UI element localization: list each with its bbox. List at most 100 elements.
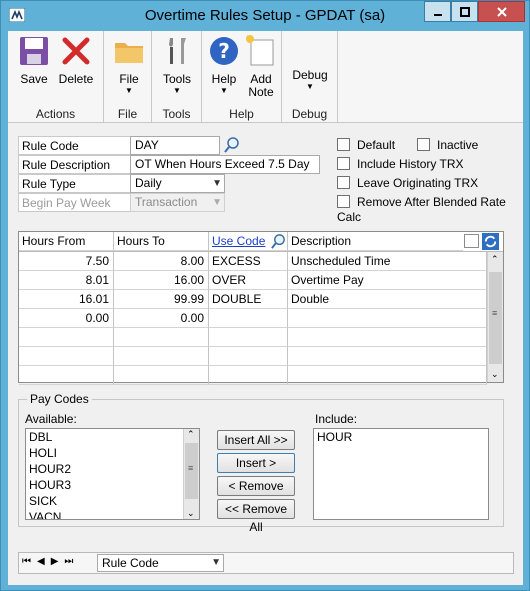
cell-use-code[interactable] — [209, 328, 288, 347]
add-note-button[interactable]: Add Note — [244, 35, 278, 99]
remove-after-blended-checkbox[interactable]: Remove After Blended Rate Calc — [337, 195, 523, 224]
maximize-button[interactable] — [451, 1, 478, 22]
begin-pay-week-value: Transaction — [135, 195, 198, 209]
inactive-checkbox[interactable]: Inactive — [417, 138, 478, 154]
available-scroll-down-icon[interactable]: ⌄ — [187, 508, 195, 519]
scroll-thumb[interactable] — [489, 272, 502, 364]
include-label: Include: — [315, 412, 358, 426]
rule-type-label: Rule Type — [18, 174, 131, 193]
available-scroll-up-icon[interactable]: ⌃ — [187, 429, 195, 440]
next-record-icon[interactable]: ▶ — [51, 556, 65, 567]
cell-hours-from[interactable]: 16.01 — [19, 290, 114, 309]
svg-text:?: ? — [218, 39, 230, 63]
cell-description[interactable] — [288, 309, 487, 328]
scroll-down-icon[interactable]: ⌄ — [491, 369, 499, 380]
cell-hours-from[interactable]: 8.01 — [19, 271, 114, 290]
cell-hours-to[interactable]: 0.00 — [114, 309, 209, 328]
available-scrollbar[interactable]: ⌃ ≡ ⌄ — [183, 429, 199, 519]
cell-hours-from[interactable] — [19, 347, 114, 366]
remove-button[interactable]: < Remove — [217, 476, 295, 496]
cell-hours-to[interactable] — [114, 347, 209, 366]
file-menu-button[interactable]: File ▼ — [112, 35, 146, 95]
cell-hours-from[interactable] — [19, 366, 114, 385]
rule-type-select[interactable]: Daily ▼ — [130, 174, 225, 193]
leave-originating-trx-checkbox[interactable]: Leave Originating TRX — [337, 176, 478, 192]
cell-hours-to[interactable]: 16.00 — [114, 271, 209, 290]
include-history-trx-checkbox[interactable]: Include History TRX — [337, 157, 463, 173]
file-group: File ▼ File — [104, 31, 152, 123]
inactive-checkbox-label: Inactive — [437, 138, 479, 152]
header-description[interactable]: Description — [288, 232, 463, 251]
cell-description[interactable]: Unscheduled Time — [288, 252, 487, 271]
include-history-trx-box[interactable] — [337, 157, 350, 170]
cell-hours-from[interactable]: 7.50 — [19, 252, 114, 271]
grid-scrollbar[interactable]: ⌃ ≡ ⌄ — [487, 252, 503, 382]
record-nav-buttons: ⏮◀▶⏭ — [22, 556, 86, 571]
debug-menu-button[interactable]: Debug ▼ — [290, 69, 330, 91]
cell-hours-to[interactable]: 8.00 — [114, 252, 209, 271]
insert-all-button[interactable]: Insert All >> — [217, 430, 295, 450]
cell-use-code[interactable]: EXCESS — [209, 252, 288, 271]
cell-hours-to[interactable]: 99.99 — [114, 290, 209, 309]
cell-description[interactable] — [288, 366, 487, 385]
cell-use-code[interactable] — [209, 347, 288, 366]
cell-use-code[interactable]: OVER — [209, 271, 288, 290]
cell-description[interactable] — [288, 328, 487, 347]
remove-all-button[interactable]: << Remove All — [217, 499, 295, 534]
sort-by-select[interactable]: Rule Code ▼ — [97, 554, 224, 572]
first-record-icon[interactable]: ⏮ — [22, 556, 37, 567]
available-list-item[interactable]: SICK — [26, 493, 199, 509]
cell-use-code[interactable] — [209, 309, 288, 328]
available-list[interactable]: DBL HOLI HOUR2 HOUR3 SICK VACN ⌃ ≡ ⌄ — [25, 428, 200, 520]
close-button[interactable] — [478, 1, 525, 22]
cell-description[interactable]: Double — [288, 290, 487, 309]
scroll-up-icon[interactable]: ⌃ — [491, 254, 499, 265]
cell-description[interactable] — [288, 347, 487, 366]
minimize-button[interactable] — [424, 1, 451, 22]
cell-hours-from[interactable]: 0.00 — [19, 309, 114, 328]
tools-label: Tools — [162, 72, 191, 86]
grid-refresh-icon[interactable] — [482, 233, 499, 250]
available-list-item[interactable]: HOUR2 — [26, 461, 199, 477]
rule-description-field[interactable]: OT When Hours Exceed 7.5 Day — [130, 155, 320, 174]
use-code-lookup-icon[interactable] — [270, 233, 287, 250]
available-list-item[interactable]: HOUR3 — [26, 477, 199, 493]
remove-after-blended-box[interactable] — [337, 195, 350, 208]
available-label: Available: — [25, 412, 77, 426]
delete-button[interactable]: Delete — [56, 35, 96, 86]
header-hours-to[interactable]: Hours To — [114, 232, 209, 251]
grid-header: Hours From Hours To Use Code Description — [19, 232, 503, 252]
available-list-item[interactable]: DBL — [26, 429, 199, 445]
cell-description[interactable]: Overtime Pay — [288, 271, 487, 290]
rule-code-lookup-icon[interactable] — [223, 136, 241, 154]
cell-use-code[interactable] — [209, 366, 288, 385]
inactive-checkbox-box[interactable] — [417, 138, 430, 151]
cell-hours-to[interactable] — [114, 366, 209, 385]
previous-record-icon[interactable]: ◀ — [37, 556, 51, 567]
insert-button[interactable]: Insert > — [217, 453, 295, 473]
default-checkbox[interactable]: Default — [337, 138, 395, 154]
cell-use-code[interactable]: DOUBLE — [209, 290, 288, 309]
cell-hours-to[interactable] — [114, 328, 209, 347]
debug-group-label: Debug — [291, 107, 328, 121]
leave-originating-trx-box[interactable] — [337, 176, 350, 189]
tools-dropdown-arrow-icon: ▼ — [173, 86, 181, 95]
help-menu-button[interactable]: ? Help ▼ — [207, 35, 241, 95]
record-navigation-bar: ⏮◀▶⏭ Rule Code ▼ — [18, 552, 514, 574]
tools-menu-button[interactable]: Tools ▼ — [159, 35, 195, 95]
available-list-item[interactable]: HOLI — [26, 445, 199, 461]
include-list[interactable]: HOUR — [313, 428, 489, 520]
minimize-icon — [433, 13, 442, 16]
include-list-item[interactable]: HOUR — [314, 429, 488, 445]
default-checkbox-box[interactable] — [337, 138, 350, 151]
save-button[interactable]: Save — [16, 35, 52, 86]
last-record-icon[interactable]: ⏭ — [64, 556, 79, 567]
include-items: HOUR — [314, 429, 488, 445]
grid-expand-toggle[interactable] — [464, 234, 479, 248]
header-hours-from[interactable]: Hours From — [19, 232, 114, 251]
available-list-item[interactable]: VACN — [26, 509, 199, 519]
rule-code-field[interactable]: DAY — [130, 136, 220, 155]
remove-after-blended-label: Remove After Blended Rate Calc — [337, 195, 506, 224]
rule-type-value: Daily — [135, 176, 162, 190]
cell-hours-from[interactable] — [19, 328, 114, 347]
